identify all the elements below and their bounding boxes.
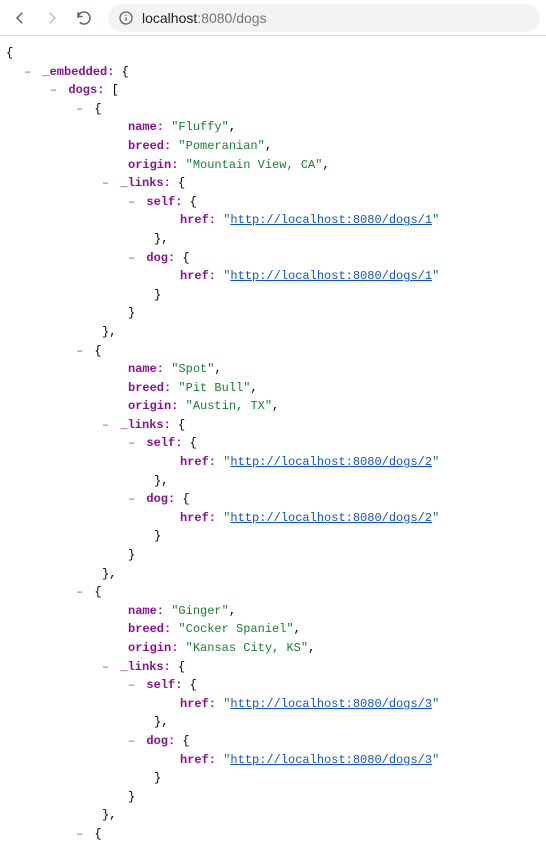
json-line: { bbox=[6, 44, 540, 63]
json-line: origin: "Austin, TX", bbox=[6, 397, 540, 416]
json-line: breed: "Pit Bull", bbox=[6, 379, 540, 398]
json-line: – self: { bbox=[6, 434, 540, 453]
json-line: } bbox=[6, 304, 540, 323]
json-line: – self: { bbox=[6, 676, 540, 695]
json-line: href: "http://localhost:8080/dogs/2" bbox=[6, 453, 540, 472]
json-line: }, bbox=[6, 565, 540, 584]
href-link[interactable]: http://localhost:8080/dogs/3 bbox=[230, 753, 432, 767]
json-line: – _links: { bbox=[6, 174, 540, 193]
json-line: – dogs: [ bbox=[6, 81, 540, 100]
site-info-icon[interactable] bbox=[118, 10, 134, 26]
json-line: name: "Spot", bbox=[6, 360, 540, 379]
back-button[interactable] bbox=[6, 4, 34, 32]
json-line: – _embedded: { bbox=[6, 63, 540, 82]
json-line: – dog: { bbox=[6, 732, 540, 751]
json-line: href: "http://localhost:8080/dogs/1" bbox=[6, 267, 540, 286]
json-line: href: "http://localhost:8080/dogs/3" bbox=[6, 751, 540, 770]
json-viewer: {– _embedded: {– dogs: [– {name: "Fluffy… bbox=[0, 36, 546, 852]
json-line: } bbox=[6, 769, 540, 788]
arrow-right-icon bbox=[43, 9, 61, 27]
href-link[interactable]: http://localhost:8080/dogs/1 bbox=[230, 213, 432, 227]
forward-button[interactable] bbox=[38, 4, 66, 32]
json-line: name: "Ginger", bbox=[6, 602, 540, 621]
json-line: }, bbox=[6, 230, 540, 249]
json-line: – { bbox=[6, 342, 540, 361]
json-line: name: "Fluffy", bbox=[6, 118, 540, 137]
json-line: } bbox=[6, 546, 540, 565]
json-line: – _links: { bbox=[6, 416, 540, 435]
href-link[interactable]: http://localhost:8080/dogs/2 bbox=[230, 455, 432, 469]
json-line: origin: "Mountain View, CA", bbox=[6, 156, 540, 175]
json-line: – dog: { bbox=[6, 249, 540, 268]
json-line: – dog: { bbox=[6, 490, 540, 509]
href-link[interactable]: http://localhost:8080/dogs/2 bbox=[230, 511, 432, 525]
json-line: } bbox=[6, 788, 540, 807]
url-text: localhost:8080/dogs bbox=[142, 10, 267, 26]
json-line: breed: "Pomeranian", bbox=[6, 137, 540, 156]
json-line: }, bbox=[6, 713, 540, 732]
arrow-left-icon bbox=[11, 9, 29, 27]
browser-toolbar: localhost:8080/dogs bbox=[0, 0, 546, 36]
json-line: href: "http://localhost:8080/dogs/3" bbox=[6, 695, 540, 714]
href-link[interactable]: http://localhost:8080/dogs/3 bbox=[230, 697, 432, 711]
json-line: }, bbox=[6, 472, 540, 491]
address-bar[interactable]: localhost:8080/dogs bbox=[108, 4, 540, 32]
json-line: } bbox=[6, 527, 540, 546]
json-line: }, bbox=[6, 806, 540, 825]
json-line: href: "http://localhost:8080/dogs/1" bbox=[6, 211, 540, 230]
json-line: – { bbox=[6, 583, 540, 602]
json-line: }, bbox=[6, 323, 540, 342]
json-line: breed: "Cocker Spaniel", bbox=[6, 620, 540, 639]
json-line: origin: "Kansas City, KS", bbox=[6, 639, 540, 658]
json-line: – { bbox=[6, 825, 540, 844]
json-line: href: "http://localhost:8080/dogs/2" bbox=[6, 509, 540, 528]
json-line: – self: { bbox=[6, 193, 540, 212]
href-link[interactable]: http://localhost:8080/dogs/1 bbox=[230, 269, 432, 283]
json-line: } bbox=[6, 286, 540, 305]
reload-button[interactable] bbox=[70, 4, 98, 32]
reload-icon bbox=[75, 9, 93, 27]
json-line: – _links: { bbox=[6, 658, 540, 677]
json-line: – { bbox=[6, 100, 540, 119]
